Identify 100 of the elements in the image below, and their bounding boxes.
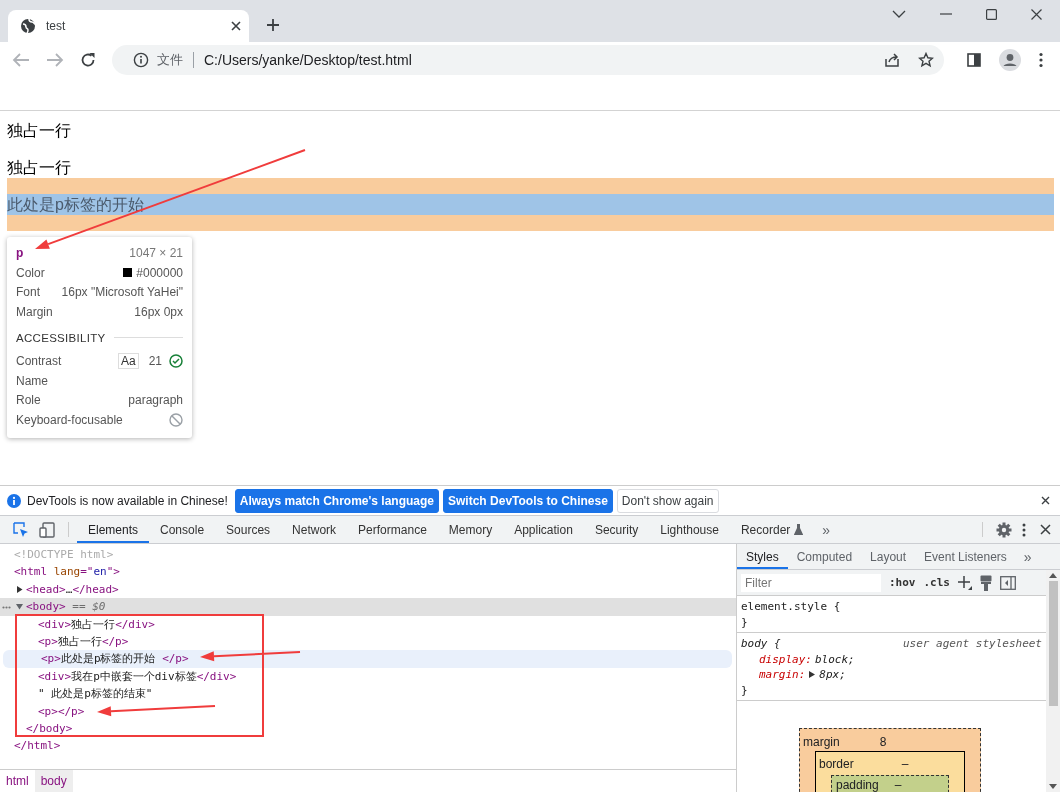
panel-tab[interactable]: Recorder — [729, 516, 815, 543]
dom-node[interactable]: <head>…</head> — [26, 580, 119, 599]
box-value: 8 — [879, 735, 887, 749]
section-title: ACCESSIBILITY — [16, 331, 106, 344]
plus-icon[interactable] — [266, 18, 280, 32]
scroll-thumb[interactable] — [1048, 581, 1058, 706]
infobar-button[interactable]: Switch DevTools to Chinese — [443, 488, 613, 513]
browser-tab[interactable]: test — [8, 10, 249, 42]
menu-icon[interactable] — [1039, 52, 1043, 68]
pane-tab[interactable]: Styles — [737, 544, 788, 569]
pane-tab[interactable]: Event Listeners — [915, 544, 1016, 569]
dom-node[interactable]: <body> == $0 — [26, 598, 106, 616]
pane-tab[interactable]: Computed — [787, 544, 862, 569]
tab-title: test — [46, 19, 67, 33]
property-value: 16px "Microsoft YaHei" — [61, 285, 183, 300]
style-origin: user agent stylesheet — [902, 636, 1042, 652]
dom-node[interactable]: <p>此处是p标签的开始 </p> — [41, 650, 189, 668]
globe-icon — [20, 18, 36, 34]
property-label: Font — [16, 285, 40, 300]
panel-tab[interactable]: Lighthouse — [649, 516, 730, 543]
scroll-up-icon[interactable] — [1049, 573, 1057, 578]
reload-icon[interactable] — [80, 52, 96, 68]
dom-node[interactable]: " 此处是p标签的结束" — [38, 685, 153, 703]
close-icon[interactable] — [1040, 524, 1051, 535]
css-value: 8px; — [819, 667, 846, 683]
box-label: padding — [836, 778, 879, 792]
maximize-icon[interactable] — [986, 8, 997, 20]
address-bar[interactable]: 文件 C:/Users/yanke/Desktop/test.html — [112, 45, 944, 75]
expand-triangle-icon[interactable] — [16, 585, 23, 593]
box-value: – — [894, 778, 902, 792]
panel-tab[interactable]: Performance — [347, 516, 438, 543]
plus-icon[interactable] — [958, 575, 972, 590]
blocked-icon — [169, 412, 183, 427]
avatar-icon[interactable] — [999, 49, 1021, 71]
property-label: Color — [16, 265, 45, 280]
url-text: C:/Users/yanke/Desktop/test.html — [204, 52, 412, 68]
close-icon[interactable] — [1031, 8, 1042, 20]
share-icon[interactable] — [884, 52, 900, 68]
close-icon[interactable] — [231, 21, 241, 31]
property-label: Role — [16, 393, 41, 408]
page-text: 独占一行 — [7, 159, 71, 176]
property-label: Contrast — [16, 354, 62, 369]
star-icon[interactable] — [918, 52, 934, 68]
page-text: 独占一行 — [7, 122, 71, 139]
dom-node[interactable]: </html> — [14, 737, 61, 755]
panel-tab[interactable]: Console — [149, 516, 216, 543]
info-icon[interactable] — [133, 52, 149, 68]
css-property: display: — [759, 651, 812, 667]
scroll-down-icon[interactable] — [1049, 784, 1057, 789]
property-value: 21 — [148, 354, 162, 369]
dom-node[interactable]: <div>独占一行</div> — [38, 615, 155, 633]
settings-icon[interactable] — [996, 521, 1012, 538]
property-label: Name — [16, 373, 48, 388]
flask-icon — [794, 524, 804, 535]
element-size: 1047 × 21 — [129, 246, 183, 260]
dom-node[interactable]: </body> — [26, 719, 73, 738]
more-tabs-button[interactable]: » — [1015, 544, 1040, 569]
check-circle-icon — [169, 354, 183, 369]
hover-state-button[interactable]: :hov — [889, 576, 916, 589]
dom-node[interactable]: <p></p> — [38, 702, 85, 720]
panel-tab[interactable]: Security — [583, 516, 650, 543]
site-label: 文件 — [157, 51, 183, 69]
css-property: margin: — [759, 667, 806, 683]
sidebar-toggle-icon[interactable] — [1000, 575, 1016, 590]
close-icon[interactable] — [1041, 496, 1050, 505]
dom-node[interactable]: <p>独占一行</p> — [38, 632, 129, 651]
side-panel-icon[interactable] — [967, 53, 981, 67]
inspect-icon[interactable] — [13, 521, 29, 538]
panel-tab[interactable]: Sources — [215, 516, 282, 543]
pane-tab[interactable]: Layout — [861, 544, 916, 569]
infobar-button[interactable]: Always match Chrome's language — [234, 488, 440, 513]
panel-tab[interactable]: Memory — [437, 516, 504, 543]
more-icon[interactable] — [1022, 522, 1026, 537]
class-button[interactable]: .cls — [923, 576, 950, 589]
filter-field[interactable]: Filter — [741, 573, 881, 592]
info-message: DevTools is now available in Chinese! — [27, 493, 228, 508]
ellipsis-icon[interactable] — [2, 606, 11, 610]
css-selector: element.style { — [741, 599, 841, 615]
breadcrumb[interactable]: body — [34, 770, 73, 792]
dom-node[interactable]: <div>我在p中嵌套一个div标签</div> — [38, 667, 237, 686]
paint-roller-icon[interactable] — [980, 574, 992, 591]
infobar-button[interactable]: Don't show again — [616, 488, 719, 513]
chevron-down-icon[interactable] — [892, 10, 906, 18]
closing-brace: } — [741, 614, 749, 630]
panel-tab[interactable]: Elements — [77, 516, 150, 543]
closing-brace: } — [741, 682, 749, 698]
property-value: #000000 — [136, 265, 183, 280]
panel-tab[interactable]: Application — [503, 516, 584, 543]
panel-tab[interactable]: Network — [281, 516, 348, 543]
property-label: Margin — [16, 304, 53, 319]
device-icon[interactable] — [39, 521, 55, 538]
dom-node[interactable]: <html lang="en"> — [14, 563, 120, 581]
css-selector: body { — [741, 636, 781, 652]
expand-triangle-icon[interactable] — [809, 671, 816, 679]
property-value: 16px 0px — [134, 304, 183, 319]
collapse-triangle-icon[interactable] — [16, 603, 23, 611]
box-label: border — [819, 757, 854, 771]
scrollbar[interactable] — [1046, 570, 1060, 792]
breadcrumb[interactable]: html — [0, 770, 35, 792]
more-tabs-button[interactable]: » — [814, 516, 839, 543]
